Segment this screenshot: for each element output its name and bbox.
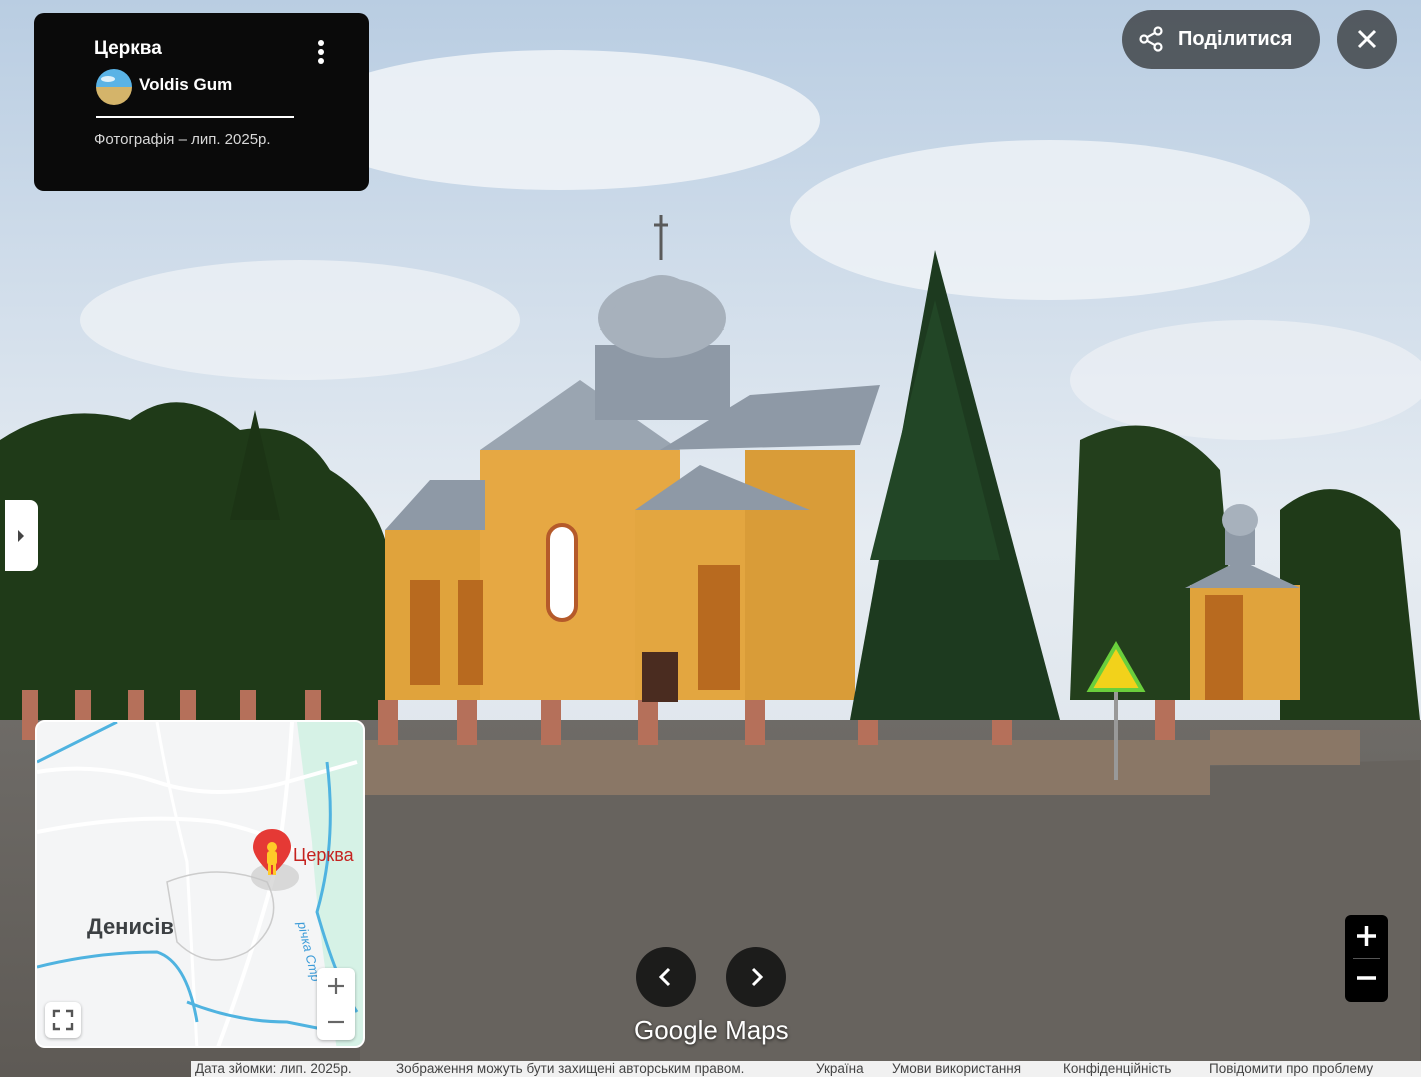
chevron-left-icon bbox=[658, 967, 671, 987]
minimap-zoom-in-button[interactable] bbox=[317, 968, 355, 1004]
minus-icon bbox=[328, 1020, 344, 1024]
chevron-right-icon bbox=[751, 967, 764, 987]
share-label: Поділитися bbox=[1178, 28, 1293, 50]
footer-bar: Дата зйомки: лип. 2025р. Зображення можу… bbox=[191, 1061, 1421, 1077]
share-button[interactable]: Поділитися bbox=[1122, 10, 1320, 69]
fullscreen-icon bbox=[52, 1009, 74, 1031]
pegman-icon bbox=[253, 829, 291, 875]
divider bbox=[96, 116, 294, 118]
map-place-label: Денисів bbox=[87, 914, 174, 939]
privacy-link[interactable]: Конфіденційність bbox=[1063, 1061, 1171, 1076]
close-button[interactable] bbox=[1337, 10, 1397, 69]
terms-link[interactable]: Умови використання bbox=[892, 1061, 1021, 1076]
place-title: Церква bbox=[94, 38, 162, 59]
minimap-zoom-out-button[interactable] bbox=[317, 1004, 355, 1040]
capture-date: Дата зйомки: лип. 2025р. bbox=[195, 1061, 352, 1076]
copyright-notice: Зображення можуть бути захищені авторськ… bbox=[396, 1061, 745, 1076]
avatar[interactable] bbox=[96, 69, 132, 105]
zoom-out-button[interactable] bbox=[1345, 959, 1388, 1001]
author-name[interactable]: Voldis Gum bbox=[139, 75, 232, 95]
expand-side-panel-button[interactable] bbox=[5, 500, 38, 571]
photo-info-card: Церква Voldis Gum Фотографія – лип. 2025… bbox=[34, 13, 369, 191]
close-icon bbox=[1357, 29, 1377, 49]
zoom-in-button[interactable] bbox=[1345, 915, 1388, 957]
minimap-canvas bbox=[37, 722, 363, 1046]
google-maps-logo: Google Maps bbox=[634, 1015, 789, 1045]
plus-icon bbox=[1357, 926, 1376, 946]
map-poi-label[interactable]: Церква bbox=[293, 845, 354, 866]
minus-icon bbox=[1357, 976, 1376, 980]
map-pin[interactable] bbox=[251, 827, 293, 894]
minimap[interactable]: Денисів Церква річка Стр bbox=[35, 720, 365, 1048]
chevron-right-icon bbox=[18, 530, 24, 542]
country-link[interactable]: Україна bbox=[816, 1061, 864, 1076]
report-problem-link[interactable]: Повідомити про проблему bbox=[1209, 1061, 1373, 1076]
share-icon bbox=[1139, 26, 1163, 52]
previous-photo-button[interactable] bbox=[636, 947, 696, 1007]
more-options-button[interactable] bbox=[310, 37, 332, 69]
zoom-control bbox=[1345, 915, 1388, 1002]
minimap-fullscreen-button[interactable] bbox=[45, 1002, 81, 1038]
minimap-zoom-control bbox=[317, 968, 355, 1040]
next-photo-button[interactable] bbox=[726, 947, 786, 1007]
more-vert-icon bbox=[318, 40, 324, 64]
plus-icon bbox=[328, 978, 344, 994]
photo-date: Фотографія – лип. 2025р. bbox=[94, 131, 271, 148]
